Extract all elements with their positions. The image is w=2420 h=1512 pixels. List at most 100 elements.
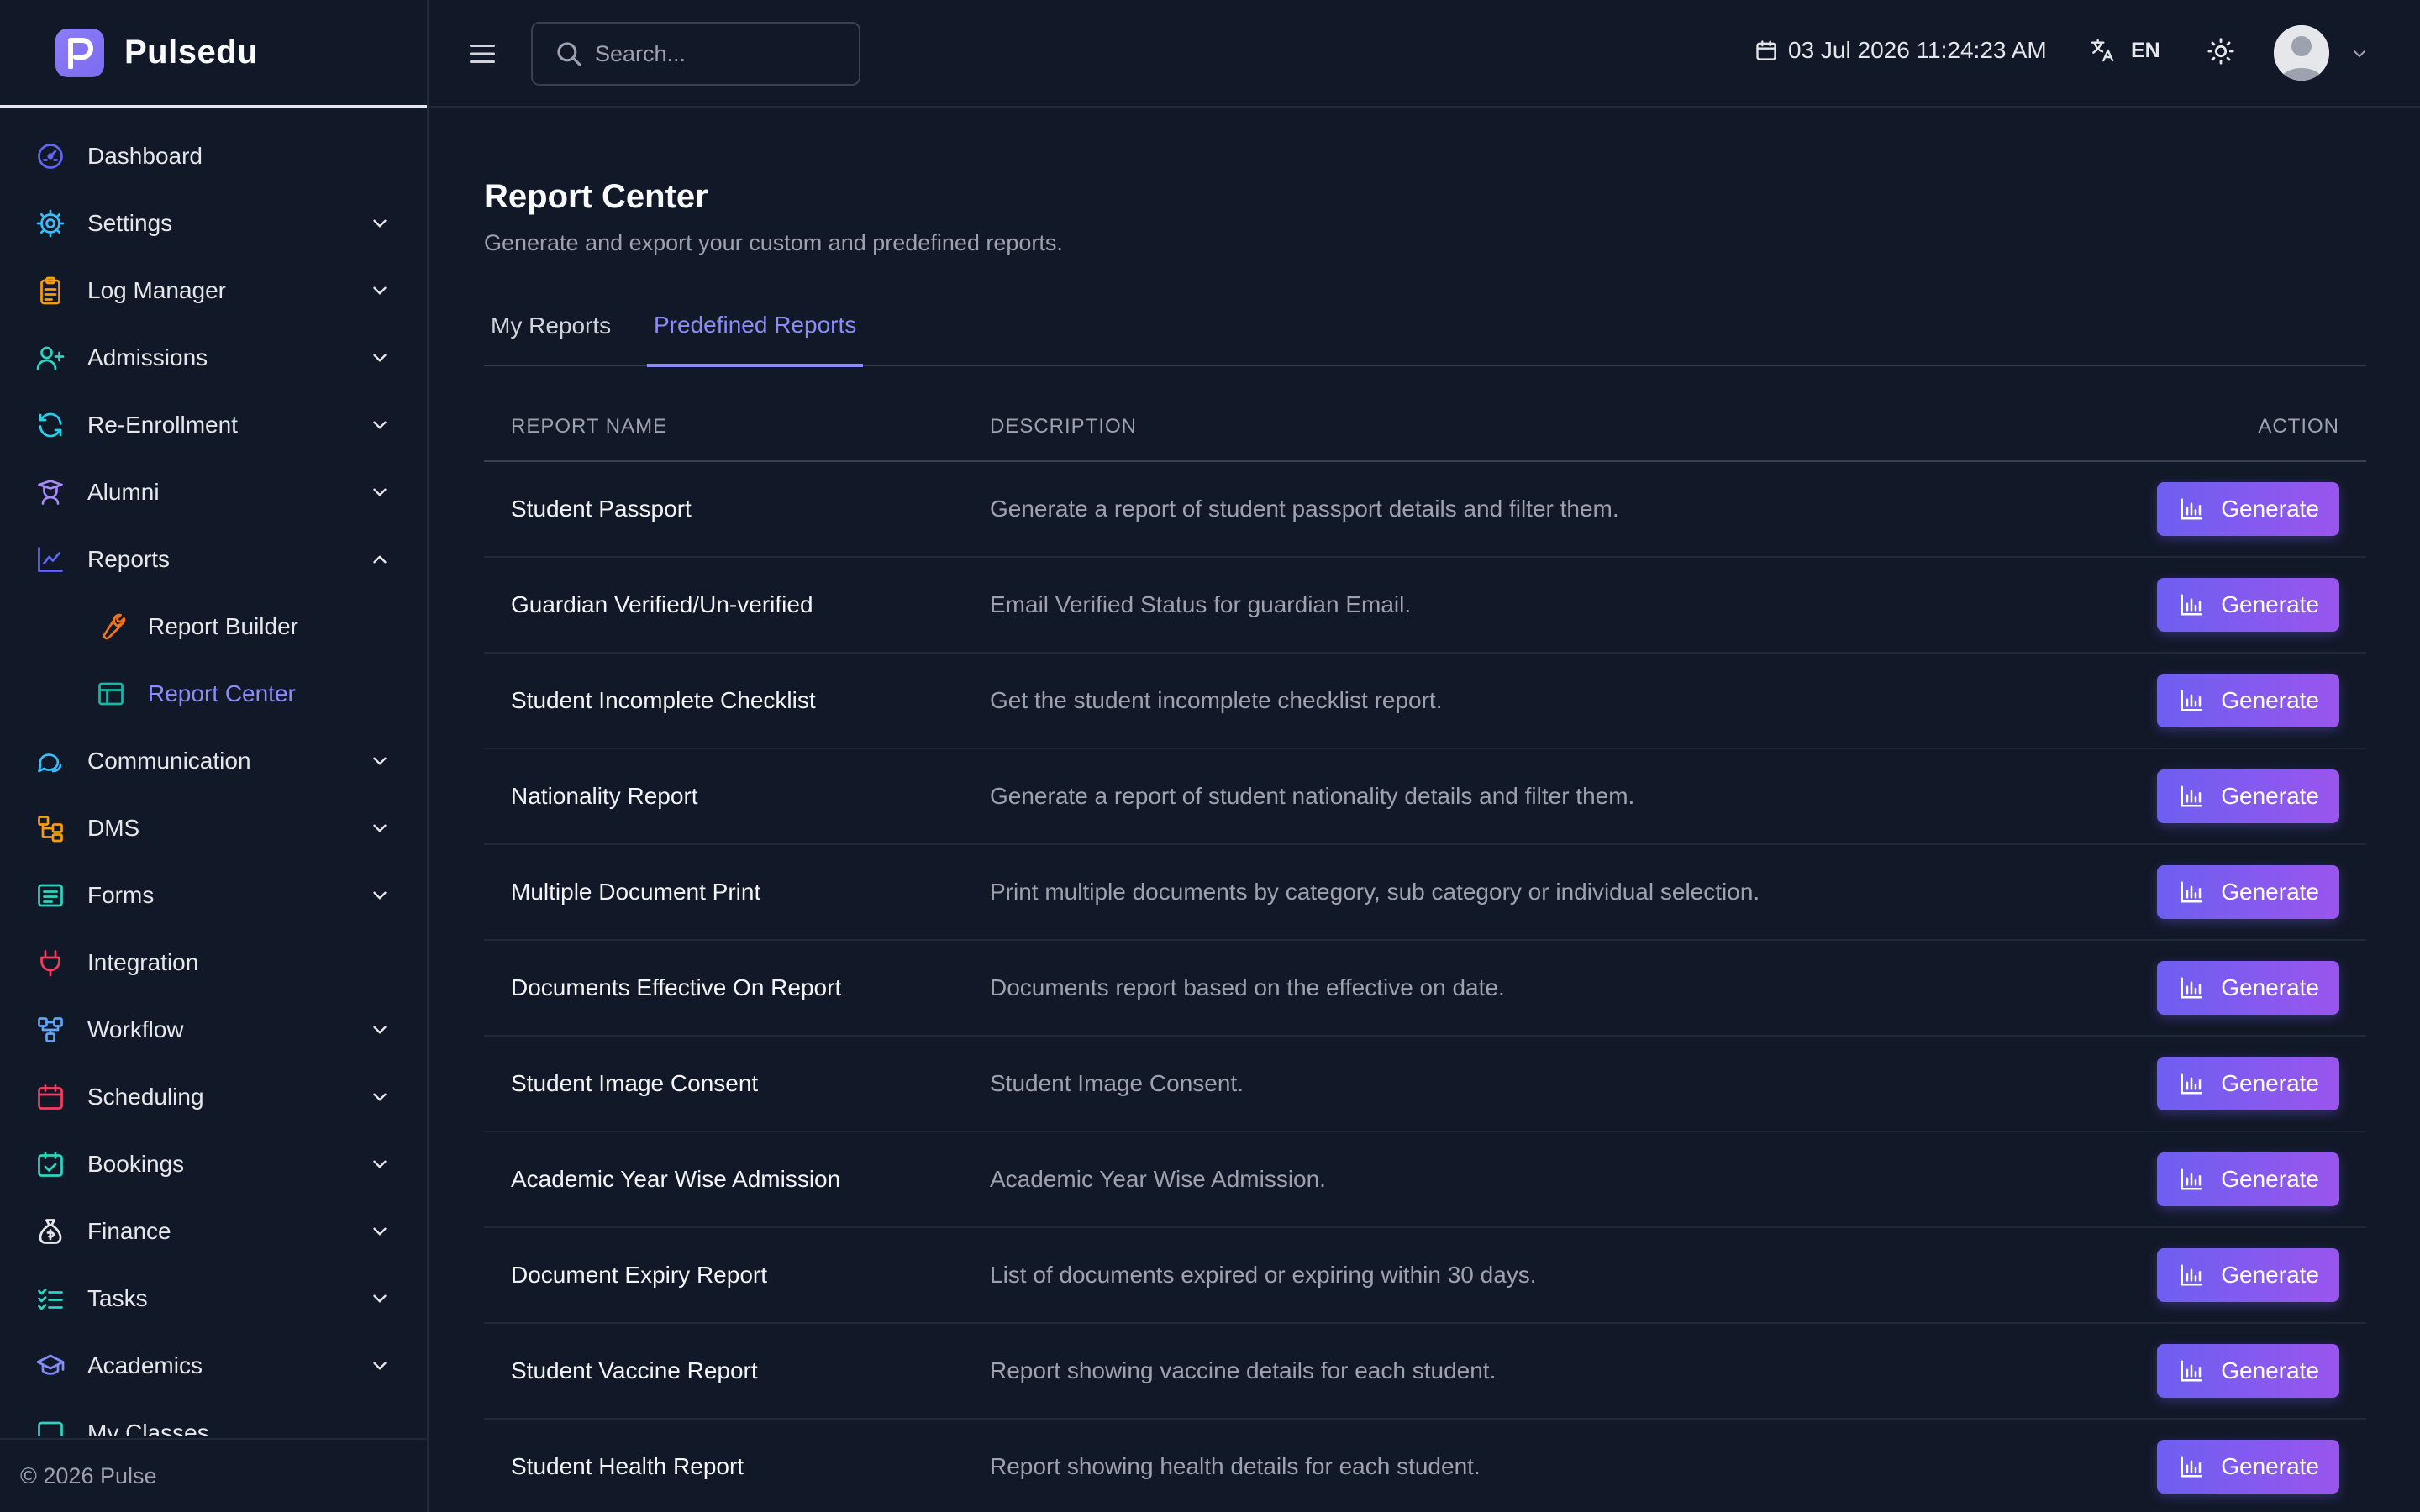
sidebar-item-report-builder[interactable]: Report Builder	[0, 593, 427, 660]
user-avatar[interactable]	[2274, 25, 2329, 81]
generate-button[interactable]: Generate	[2157, 1440, 2339, 1494]
graduation-cap-icon	[34, 1349, 67, 1383]
sidebar-item-label: Scheduling	[87, 1084, 204, 1110]
chevron-down-icon[interactable]	[368, 884, 392, 907]
chevron-down-icon[interactable]	[368, 279, 392, 302]
sidebar-footer: © 2026 Pulse	[0, 1438, 427, 1512]
sidebar-item-alumni[interactable]: Alumni	[0, 459, 427, 526]
sidebar-item-reports[interactable]: Reports	[0, 526, 427, 593]
chevron-down-icon[interactable]	[368, 1354, 392, 1378]
report-description: Print multiple documents by category, su…	[990, 879, 1760, 905]
sidebar-item-academics[interactable]: Academics	[0, 1332, 427, 1399]
sidebar-item-label: Tasks	[87, 1285, 148, 1311]
sidebar-item-settings[interactable]: Settings	[0, 190, 427, 257]
sidebar-item-label: Finance	[87, 1218, 171, 1244]
report-description: Generate a report of student passport de…	[990, 496, 1619, 522]
tab-my-reports[interactable]: My Reports	[484, 286, 618, 366]
sidebar-item-finance[interactable]: Finance	[0, 1198, 427, 1265]
wrench-icon	[94, 610, 128, 643]
table-row: Guardian Verified/Un-verified Email Verif…	[484, 558, 2366, 654]
report-name: Multiple Document Print	[511, 879, 761, 905]
search-box[interactable]	[531, 22, 860, 86]
sidebar-item-communication[interactable]: Communication	[0, 727, 427, 795]
sidebar-item-label: Alumni	[87, 479, 160, 505]
datetime-text: 03 Jul 2026 11:24:23 AM	[1788, 37, 2047, 63]
language-selector[interactable]: EN	[2089, 37, 2160, 64]
generate-button[interactable]: Generate	[2157, 578, 2339, 632]
chevron-down-icon[interactable]	[368, 1287, 392, 1310]
search-input[interactable]	[595, 40, 847, 67]
report-tabs: My Reports Predefined Reports	[484, 286, 2366, 367]
sidebar-item-label: Dashboard	[87, 143, 203, 169]
chat-icon	[34, 744, 67, 778]
chevron-down-icon[interactable]	[368, 749, 392, 773]
chevron-down-icon[interactable]	[368, 1220, 392, 1243]
generate-button-label: Generate	[2221, 496, 2319, 522]
sidebar-item-dashboard[interactable]: Dashboard	[0, 123, 427, 190]
chevron-down-icon[interactable]	[368, 413, 392, 437]
language-code: EN	[2131, 38, 2160, 62]
user-menu-chevron-icon[interactable]	[2349, 44, 2370, 64]
generate-button[interactable]: Generate	[2157, 1152, 2339, 1206]
theme-toggle-button[interactable]	[2207, 37, 2235, 66]
user-plus-icon	[34, 341, 67, 375]
top-bar: 03 Jul 2026 11:24:23 AM EN	[429, 0, 2420, 108]
sidebar-item-dms[interactable]: DMS	[0, 795, 427, 862]
generate-button-label: Generate	[2221, 1453, 2319, 1479]
generate-button[interactable]: Generate	[2157, 1248, 2339, 1302]
pulsedu-logo-icon	[55, 28, 104, 77]
table-row: Student Incomplete Checklist Get the stud…	[484, 654, 2366, 749]
generate-button[interactable]: Generate	[2157, 482, 2339, 536]
report-description: Academic Year Wise Admission.	[990, 1166, 1326, 1192]
sidebar-item-bookings[interactable]: Bookings	[0, 1131, 427, 1198]
sidebar-item-label: Communication	[87, 748, 251, 774]
classes-icon	[34, 1416, 67, 1436]
generate-button[interactable]: Generate	[2157, 769, 2339, 823]
sidebar-item-scheduling[interactable]: Scheduling	[0, 1063, 427, 1131]
sidebar-item-re-enrollment[interactable]: Re-Enrollment	[0, 391, 427, 459]
chevron-up-icon[interactable]	[368, 548, 392, 571]
chevron-down-icon[interactable]	[368, 816, 392, 840]
report-description: Student Image Consent.	[990, 1070, 1244, 1096]
table-row: Multiple Document Print Print multiple do…	[484, 845, 2366, 941]
chevron-down-icon[interactable]	[368, 480, 392, 504]
generate-button[interactable]: Generate	[2157, 674, 2339, 727]
tab-predefined-reports[interactable]: Predefined Reports	[647, 286, 864, 367]
sidebar-item-label: My Classes	[87, 1420, 209, 1436]
table-header: REPORT NAME DESCRIPTION ACTION	[484, 393, 2366, 462]
menu-toggle-button[interactable]	[466, 37, 499, 71]
table-row: Nationality Report Generate a report of s…	[484, 749, 2366, 845]
sidebar-item-forms[interactable]: Forms	[0, 862, 427, 929]
sidebar-item-workflow[interactable]: Workflow	[0, 996, 427, 1063]
sidebar-item-tasks[interactable]: Tasks	[0, 1265, 427, 1332]
page-title: Report Center	[484, 178, 708, 215]
generate-button[interactable]: Generate	[2157, 1057, 2339, 1110]
sidebar-item-integration[interactable]: Integration	[0, 929, 427, 996]
report-action: Generate	[2114, 1152, 2366, 1206]
chart-line-icon	[34, 543, 67, 576]
generate-button[interactable]: Generate	[2157, 1344, 2339, 1398]
header-action: ACTION	[2258, 415, 2339, 438]
money-bag-icon	[34, 1215, 67, 1248]
sidebar-item-label: Log Manager	[87, 277, 227, 303]
sidebar-item-admissions[interactable]: Admissions	[0, 324, 427, 391]
sidebar-item-report-center[interactable]: Report Center	[0, 660, 427, 727]
bar-chart-icon	[2179, 592, 2204, 617]
folder-tree-icon	[34, 811, 67, 845]
generate-button[interactable]: Generate	[2157, 865, 2339, 919]
sidebar-item-my-classes[interactable]: My Classes	[0, 1399, 427, 1436]
sidebar-item-log-manager[interactable]: Log Manager	[0, 257, 427, 324]
chevron-down-icon[interactable]	[368, 1018, 392, 1042]
header-report-name: REPORT NAME	[511, 415, 668, 438]
sidebar-item-label: Admissions	[87, 344, 208, 370]
calendar-icon	[1754, 39, 1778, 62]
chevron-down-icon[interactable]	[368, 346, 392, 370]
brand[interactable]: Pulsedu	[0, 0, 427, 108]
chevron-down-icon[interactable]	[368, 1152, 392, 1176]
generate-button-label: Generate	[2221, 1166, 2319, 1192]
generate-button-label: Generate	[2221, 687, 2319, 713]
chevron-down-icon[interactable]	[368, 1085, 392, 1109]
refresh-icon	[34, 408, 67, 442]
generate-button[interactable]: Generate	[2157, 961, 2339, 1015]
chevron-down-icon[interactable]	[368, 212, 392, 235]
